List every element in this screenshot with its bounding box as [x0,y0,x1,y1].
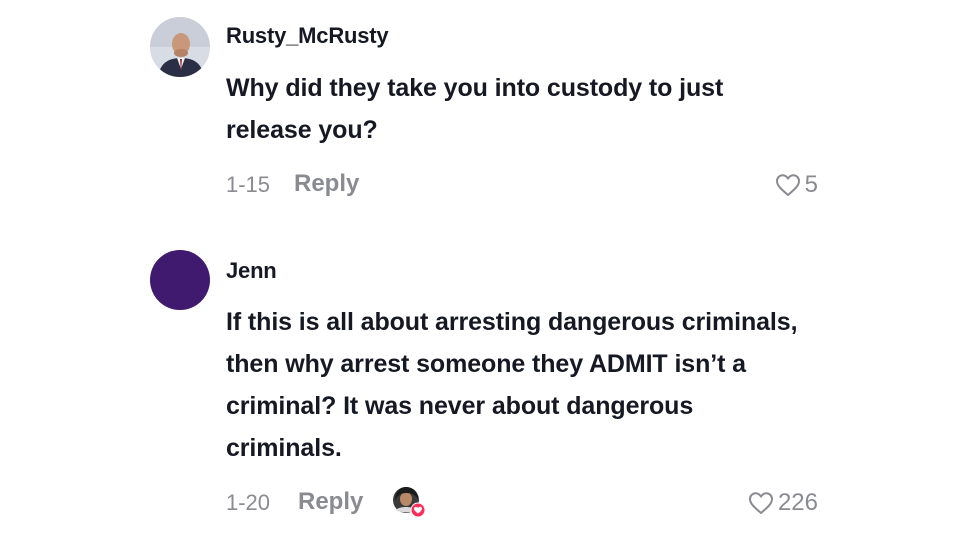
reply-button[interactable]: Reply [298,488,363,516]
comment-meta: 1-15 Reply 5 [226,168,826,202]
avatar[interactable] [150,250,210,310]
reply-button[interactable]: Reply [294,170,359,198]
heart-outline-icon [775,174,800,196]
comment-username[interactable]: Rusty_McRusty [226,23,389,49]
comment-username[interactable]: Jenn [226,258,277,284]
like-count: 5 [804,171,818,198]
heart-outline-icon [748,492,773,514]
like-count: 226 [777,489,818,516]
comment-text: Why did they take you into custody to ju… [226,74,724,144]
creator-liked-indicator [392,486,426,518]
comment-meta: 1-20 Reply 226 [226,486,826,520]
profile-photo [150,17,210,77]
like-button[interactable]: 226 [748,488,818,518]
heart-badge-icon [410,502,426,518]
like-button[interactable]: 5 [775,170,818,200]
comment-date: 1-15 [226,172,271,197]
comment-date: 1-20 [226,490,271,515]
avatar[interactable] [150,17,210,77]
comment-text: If this is all about arresting dangerous… [226,308,798,462]
